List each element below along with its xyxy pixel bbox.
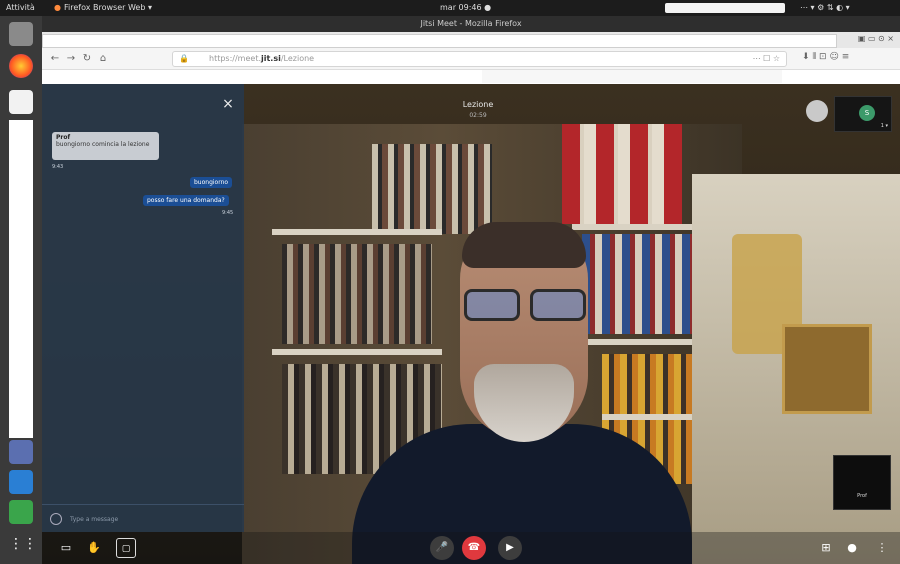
show-apps-grid-icon[interactable]: ⋮⋮ <box>9 532 37 556</box>
meeting-name: Lezione <box>462 100 494 109</box>
screen-share-icon[interactable]: ▭ <box>56 538 76 558</box>
books-row <box>582 234 702 334</box>
writer-doc-icon[interactable] <box>9 470 33 494</box>
firefox-small-icon: ● <box>54 3 61 12</box>
tab-active[interactable] <box>42 34 837 48</box>
participant-glasses <box>460 289 590 321</box>
meeting-toolbar: ▭ ✋ ▢ 🎤 ☎ ▶ ⊞ ● ⋮ <box>42 532 900 564</box>
tool-board <box>782 324 872 414</box>
participant-hair <box>462 222 586 268</box>
clock[interactable]: mar 09:46 ● <box>440 0 491 16</box>
tile-view-icon[interactable]: ⊞ <box>816 538 836 558</box>
chat-toggle-icon[interactable]: ▢ <box>116 538 136 558</box>
shelf-board <box>272 229 442 235</box>
app-menu[interactable]: Firefox Browser Web ▾ <box>64 0 152 16</box>
calc-sheet-icon[interactable] <box>9 500 33 524</box>
invite-icon[interactable]: ● <box>842 538 862 558</box>
remote-avatar: S <box>859 105 875 121</box>
reload-icon[interactable]: ↻ <box>80 52 94 66</box>
outgoing-message: posso fare una domanda? <box>143 195 229 206</box>
raise-hand-icon[interactable]: ✋ <box>84 538 104 558</box>
os-top-bar: Attività ● Firefox Browser Web ▾ mar 09:… <box>0 0 900 16</box>
back-icon[interactable]: ← <box>48 52 62 66</box>
chat-panel: × Prof buongiorno comincia la lezione 9:… <box>42 84 244 532</box>
microphone-icon[interactable]: 🎤 <box>430 536 454 560</box>
lock-icon: 🔒 <box>179 54 189 63</box>
system-search-field[interactable] <box>665 3 785 13</box>
page-actions-icon[interactable]: ⋯ ☐ ☆ <box>753 52 780 66</box>
camera-icon[interactable]: ▶ <box>498 536 522 560</box>
dock-blank-panel <box>9 120 33 438</box>
url-domain: jit.si <box>261 54 281 63</box>
page-tooltip-area <box>482 70 782 83</box>
message-time: 9:43 <box>52 164 64 170</box>
toolbar-extension-icons[interactable]: ⬇ ⫴ ⊡ ☺ ≡ <box>802 52 849 62</box>
url-path: /Lezione <box>280 54 315 63</box>
books-row <box>372 144 492 234</box>
remote-thumbnail[interactable]: S 1 ▾ <box>834 96 892 132</box>
ubuntu-dock: ⋮⋮ <box>0 16 42 564</box>
url-text: https://meet.jit.si/Lezione <box>209 52 314 66</box>
local-name: Prof <box>857 493 867 499</box>
participant-avatar[interactable] <box>806 100 828 122</box>
message-sender: Prof <box>56 134 71 141</box>
shelf-board <box>582 339 702 345</box>
shelf-board <box>572 224 702 230</box>
window-controls[interactable]: ▣ ▭ ⊙ × <box>858 34 894 43</box>
hangup-button[interactable]: ☎ <box>462 536 486 560</box>
outgoing-message: buongiorno <box>190 177 233 188</box>
message-time: 9:45 <box>222 210 234 216</box>
navigation-bar: ← → ↻ ⌂ 🔒 https://meet.jit.si/Lezione ⋯ … <box>42 48 900 70</box>
books-row <box>282 244 432 344</box>
system-tray-icons[interactable]: ⋯ ▾ ⚙ ⇅ ◐ ▾ <box>800 0 850 16</box>
firefox-icon[interactable] <box>9 54 33 78</box>
close-icon[interactable]: × <box>220 96 236 112</box>
files-folder-icon[interactable] <box>9 22 33 46</box>
emoji-icon[interactable] <box>50 513 62 525</box>
window-title: Jitsi Meet - Mozilla Firefox <box>42 16 900 32</box>
url-bar[interactable]: 🔒 https://meet.jit.si/Lezione ⋯ ☐ ☆ <box>172 51 787 67</box>
video-stage: Lezione 02:59 S 1 ▾ Prof × Prof buongior… <box>42 84 900 564</box>
local-thumbnail[interactable]: Prof <box>833 455 891 510</box>
message-text: buongiorno comincia la lezione <box>56 141 150 148</box>
chat-input-bar <box>42 504 244 532</box>
text-editor-icon[interactable] <box>9 90 33 114</box>
more-options-icon[interactable]: ⋮ <box>872 538 892 558</box>
library-icon[interactable] <box>9 440 33 464</box>
meeting-timer: 02:59 <box>469 112 487 119</box>
incoming-message: Prof buongiorno comincia la lezione <box>52 132 159 160</box>
home-icon[interactable]: ⌂ <box>96 52 110 66</box>
chat-message-input[interactable] <box>68 511 233 527</box>
shelf-board <box>272 349 442 355</box>
binders-row <box>562 124 682 224</box>
activities-button[interactable]: Attività <box>6 0 35 16</box>
remote-indicator: 1 ▾ <box>880 123 888 129</box>
tab-strip: ▣ ▭ ⊙ × <box>42 32 900 48</box>
page-top-strip <box>42 70 900 84</box>
url-prefix: https://meet. <box>209 54 261 63</box>
forward-icon[interactable]: → <box>64 52 78 66</box>
